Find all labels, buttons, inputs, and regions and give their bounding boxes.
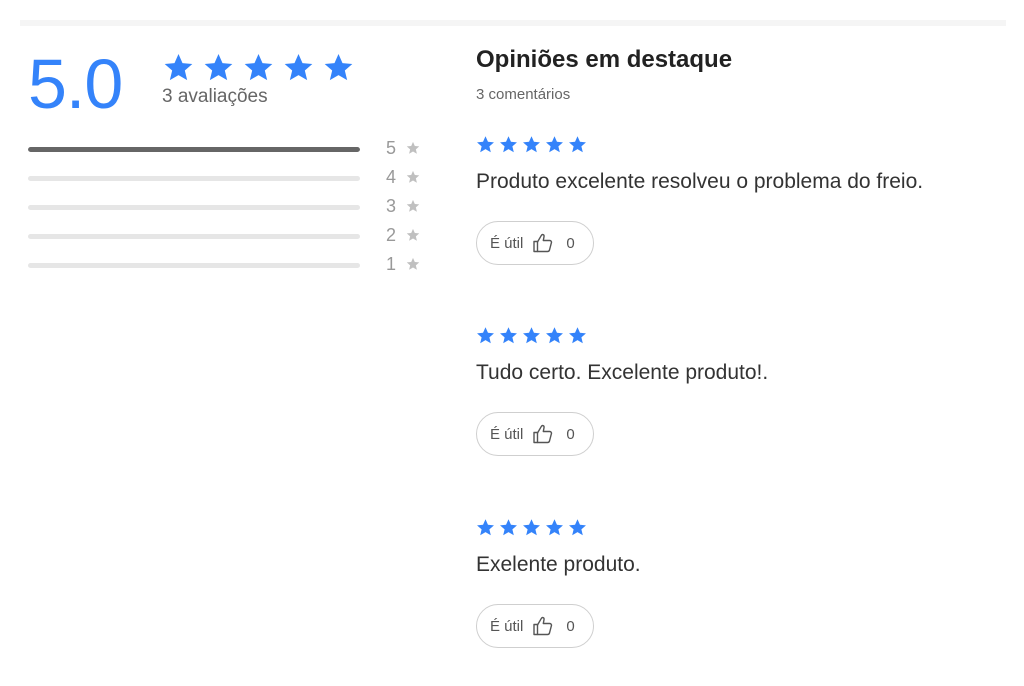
star-icon xyxy=(500,327,517,344)
star-icon xyxy=(546,519,563,536)
star-icon xyxy=(406,199,420,212)
distribution-row: 4 xyxy=(28,165,428,194)
star-icon xyxy=(546,136,563,153)
distribution-bar xyxy=(28,205,360,210)
distribution-label: 5 xyxy=(386,138,397,158)
distribution-label: 4 xyxy=(386,167,397,187)
star-icon xyxy=(523,327,540,344)
useful-count: 0 xyxy=(566,617,575,635)
star-icon xyxy=(477,136,494,153)
star-icon xyxy=(523,519,540,536)
star-icon xyxy=(477,327,494,344)
star-icon xyxy=(569,519,586,536)
star-icon xyxy=(406,228,420,241)
review-item: Tudo certo. Excelente produto!. É útil 0 xyxy=(476,326,1016,456)
useful-label: É útil xyxy=(490,234,524,252)
review-item: Produto excelente resolveu o problema do… xyxy=(476,135,1016,265)
star-icon xyxy=(244,53,273,81)
star-icon xyxy=(406,170,420,183)
review-stars xyxy=(476,326,1016,345)
distribution-row: 5 xyxy=(28,136,428,165)
distribution-row: 1 xyxy=(28,252,428,281)
review-text: Produto excelente resolveu o problema do… xyxy=(476,170,924,193)
star-icon xyxy=(477,519,494,536)
star-icon xyxy=(406,257,420,270)
average-score: 5.0 xyxy=(28,45,123,123)
useful-count: 0 xyxy=(566,425,575,443)
review-stars xyxy=(476,135,1016,154)
rating-distribution: 5 4 3 2 1 xyxy=(28,136,428,281)
section-title: Opiniões em destaque xyxy=(476,46,733,73)
star-icon xyxy=(164,53,193,81)
distribution-label: 3 xyxy=(386,196,397,216)
comments-count: 3 comentários xyxy=(476,86,571,103)
review-text: Exelente produto. xyxy=(476,553,641,576)
useful-button[interactable]: É útil 0 xyxy=(476,604,594,648)
useful-count: 0 xyxy=(566,234,575,252)
distribution-label: 2 xyxy=(386,225,397,245)
review-item: Exelente produto. É útil 0 xyxy=(476,518,1016,648)
star-icon xyxy=(324,53,353,81)
star-icon xyxy=(546,327,563,344)
star-icon xyxy=(284,53,313,81)
thumbs-up-icon xyxy=(533,424,553,444)
distribution-bar xyxy=(28,176,360,181)
useful-button[interactable]: É útil 0 xyxy=(476,412,594,456)
ratings-count: 3 avaliações xyxy=(162,86,268,107)
distribution-bar xyxy=(28,263,360,268)
useful-label: É útil xyxy=(490,617,524,635)
distribution-bar-fill xyxy=(28,147,360,152)
review-stars xyxy=(476,518,1016,537)
distribution-bar xyxy=(28,234,360,239)
star-icon xyxy=(500,136,517,153)
distribution-row: 3 xyxy=(28,194,428,223)
distribution-label: 1 xyxy=(386,254,397,274)
distribution-bar xyxy=(28,147,360,152)
useful-label: É útil xyxy=(490,425,524,443)
thumbs-up-icon xyxy=(533,233,553,253)
top-divider xyxy=(20,20,1006,26)
star-icon xyxy=(500,519,517,536)
summary-stars xyxy=(163,52,354,83)
distribution-row: 2 xyxy=(28,223,428,252)
star-icon xyxy=(406,141,420,154)
thumbs-up-icon xyxy=(533,616,553,636)
star-icon xyxy=(569,136,586,153)
star-icon xyxy=(569,327,586,344)
useful-button[interactable]: É útil 0 xyxy=(476,221,594,265)
review-text: Tudo certo. Excelente produto!. xyxy=(476,361,769,384)
star-icon xyxy=(523,136,540,153)
star-icon xyxy=(204,53,233,81)
